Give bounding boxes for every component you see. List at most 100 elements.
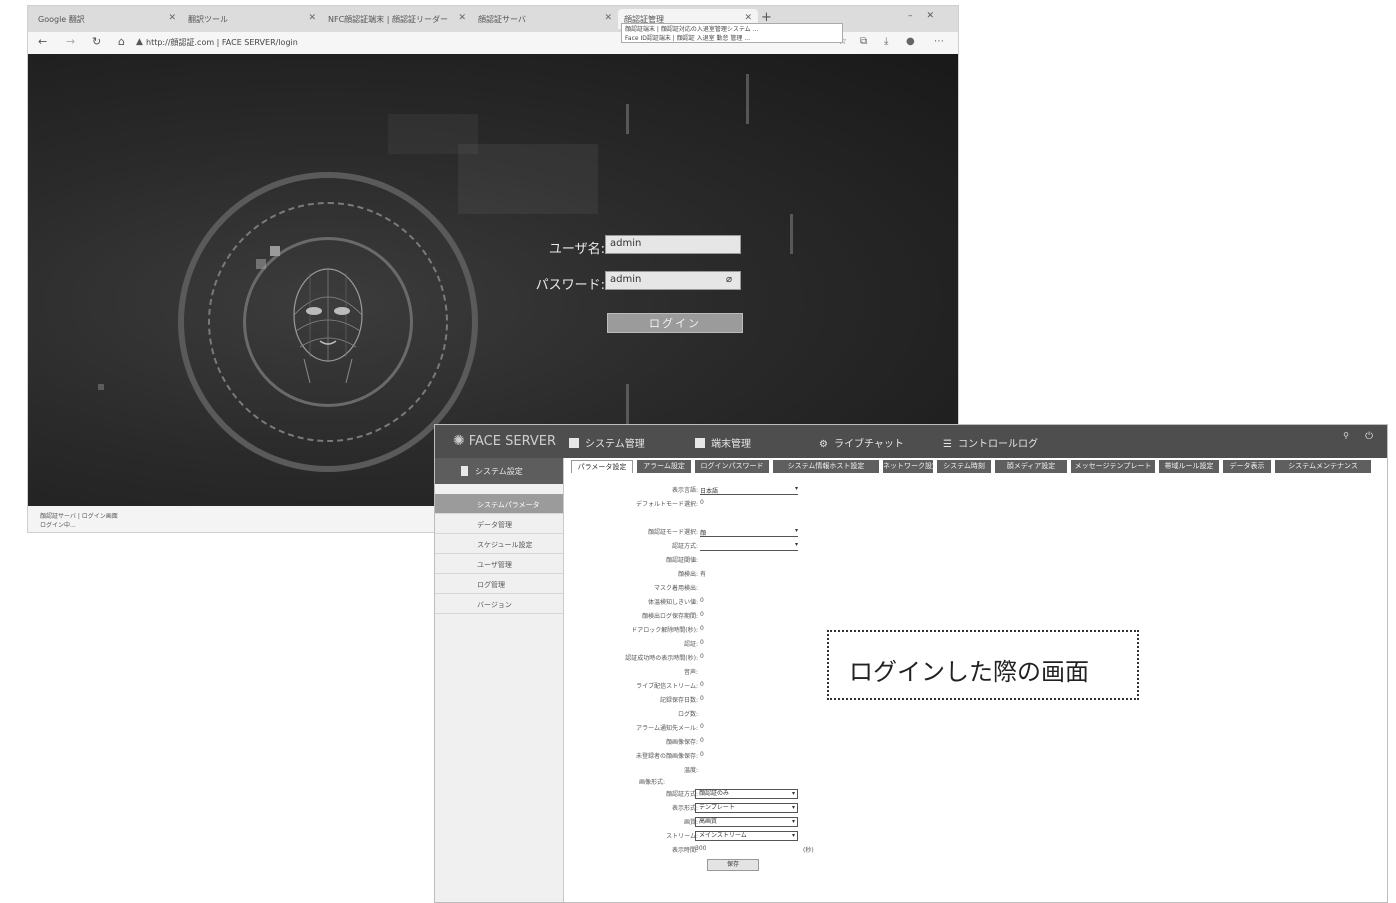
tab-alarm[interactable]: アラーム設定 <box>637 460 691 473</box>
sidebar: システム設定 システムパラメータ データ管理 スケジュール設定 ユーザ管理 ログ… <box>435 458 564 902</box>
close-icon[interactable]: ✕ <box>744 13 752 23</box>
field-value[interactable]: 0 <box>700 625 704 632</box>
username-input[interactable]: admin <box>605 235 741 254</box>
quality-select[interactable]: 高画質 ▾ <box>695 817 798 827</box>
sidebar-item-logs[interactable]: ログ管理 <box>435 574 563 594</box>
nav-devices[interactable]: 端末管理 <box>695 435 751 450</box>
tab-password[interactable]: ログインパスワード <box>695 460 769 473</box>
recognition-select[interactable]: 顔認証のみ ▾ <box>695 789 798 799</box>
url-field[interactable]: http://顔認証.com | FACE SERVER/login <box>146 37 298 48</box>
password-input[interactable]: admin <box>605 271 741 290</box>
username-label: ユーザ名: <box>548 242 605 257</box>
form-row: 未登録者の顔画像保存: 0 <box>565 751 865 762</box>
stream-select[interactable]: メインストリーム ▾ <box>695 831 798 841</box>
nav-live[interactable]: ⚙ ライブチャット <box>819 435 904 450</box>
save-button[interactable]: 保存 <box>707 859 759 871</box>
language-select[interactable]: 日本語 ▾ <box>700 485 798 495</box>
field-value[interactable]: 0 <box>700 611 704 618</box>
decor-line <box>626 384 629 424</box>
tab-media[interactable]: 顔メディア設定 <box>995 460 1067 473</box>
sidebar-item-users[interactable]: ユーザ管理 <box>435 554 563 574</box>
auth-select[interactable]: ▾ <box>700 541 798 551</box>
eye-off-icon[interactable]: ⌀ <box>726 274 732 285</box>
field-label: 体温検知しきい値: <box>647 599 698 606</box>
display-select[interactable]: テンプレート ▾ <box>695 803 798 813</box>
browser-tab-3[interactable]: NFC顔認証端末 | 顔認証リーダー ✕ <box>322 9 472 29</box>
nav-label: 端末管理 <box>711 439 751 450</box>
field-value[interactable]: 0 <box>700 597 704 604</box>
field-value: メインストリーム <box>699 832 747 839</box>
forward-icon[interactable]: → <box>66 35 75 48</box>
browser-tab-4[interactable]: 顔認証サーバ ✕ <box>472 9 618 29</box>
nav-system[interactable]: システム管理 <box>569 435 645 450</box>
chevron-down-icon: ▾ <box>794 541 798 548</box>
tab-title: NFC顔認証端末 | 顔認証リーダー <box>328 14 448 24</box>
display-time-input[interactable]: 300 <box>695 845 706 852</box>
tab-time[interactable]: システム時刻 <box>937 460 991 473</box>
profile-icon[interactable]: ● <box>906 36 915 47</box>
form-row: 画像形式: <box>565 777 865 788</box>
more-icon[interactable]: ⋯ <box>934 36 944 47</box>
field-value[interactable]: 0 <box>700 681 704 688</box>
power-icon[interactable]: ⏻ <box>1365 431 1373 442</box>
tooltip-line: 顔認証端末 | 顔認証対応の入退室管理システム ... <box>625 26 759 33</box>
back-icon[interactable]: ← <box>38 35 47 48</box>
sidebar-item-parameters[interactable]: システムパラメータ <box>435 494 563 514</box>
chevron-down-icon: ▾ <box>794 527 798 534</box>
field-value[interactable]: 0 <box>700 499 704 506</box>
form-row: 画質: 高画質 ▾ <box>565 817 865 828</box>
app-logo: ✺ FACE SERVER <box>453 433 556 449</box>
nav-log[interactable]: ☰ コントロールログ <box>943 435 1038 450</box>
status-text: ログイン中... <box>40 522 76 529</box>
field-value[interactable]: 0 <box>700 695 704 702</box>
form-row: 顔画像保存: 0 <box>565 737 865 748</box>
tab-host[interactable]: システム情報ホスト設定 <box>773 460 879 473</box>
warning-icon: ▲ <box>136 37 143 47</box>
status-text: 顔認証サーバ | ログイン画面 <box>40 513 118 520</box>
field-value[interactable]: 0 <box>700 639 704 646</box>
decor-chip <box>270 246 280 256</box>
sidebar-item-data[interactable]: データ管理 <box>435 514 563 534</box>
tab-display[interactable]: データ表示 <box>1223 460 1271 473</box>
home-icon[interactable]: ⌂ <box>118 35 125 48</box>
sidebar-item-version[interactable]: バージョン <box>435 594 563 614</box>
tab-parameters[interactable]: パラメータ設定 <box>571 460 633 473</box>
tab-bandwidth[interactable]: 帯域ルール設定 <box>1159 460 1219 473</box>
field-value[interactable]: 0 <box>700 723 704 730</box>
collections-icon[interactable]: ⧉ <box>860 36 867 47</box>
reload-icon[interactable]: ↻ <box>92 35 101 48</box>
field-label: 未登録者の顔画像保存: <box>635 753 698 760</box>
tab-title: 翻訳ツール <box>188 14 228 24</box>
field-label: 音声: <box>683 669 698 676</box>
browser-tab-1[interactable]: Google 翻訳 ✕ <box>32 9 182 29</box>
form-row: 表示形式: テンプレート ▾ <box>565 803 865 814</box>
close-icon[interactable]: ✕ <box>458 13 466 23</box>
download-icon[interactable]: ⤓ <box>884 36 888 47</box>
login-button[interactable]: ログイン <box>607 313 743 333</box>
mode-select[interactable]: 顔 ▾ <box>700 527 798 537</box>
form-row: 認証方式: ▾ <box>565 541 865 552</box>
field-label: マスク着用検出: <box>653 585 698 592</box>
field-label: ストリーム: <box>666 833 698 840</box>
tab-maintenance[interactable]: システムメンテナンス <box>1275 460 1371 473</box>
browser-tab-2[interactable]: 翻訳ツール ✕ <box>182 9 322 29</box>
form-row: マスク着用検出: <box>565 583 865 594</box>
user-icon[interactable]: ⚲ <box>1343 431 1349 440</box>
form-row: 顔検出ログ保存期間: 0 <box>565 611 865 622</box>
decor-panel <box>388 114 478 154</box>
field-value[interactable]: 0 <box>700 653 704 660</box>
field-value[interactable]: 有 <box>700 569 706 578</box>
close-icon[interactable]: ✕ <box>308 13 316 23</box>
field-value[interactable]: 0 <box>700 737 704 744</box>
system-icon <box>569 438 579 448</box>
field-label: デフォルトモード選択: <box>635 501 698 508</box>
tab-template[interactable]: メッセージテンプレート <box>1071 460 1155 473</box>
tab-network[interactable]: ネットワーク設定 <box>883 460 933 473</box>
window-controls[interactable]: –✕ <box>908 11 948 21</box>
close-icon[interactable]: ✕ <box>168 13 176 23</box>
sidebar-item-schedule[interactable]: スケジュール設定 <box>435 534 563 554</box>
decor-panel <box>458 144 598 214</box>
field-value[interactable]: 0 <box>700 751 704 758</box>
close-icon[interactable]: ✕ <box>604 13 612 23</box>
form-row: 表示言語: 日本語 ▾ <box>565 485 865 496</box>
